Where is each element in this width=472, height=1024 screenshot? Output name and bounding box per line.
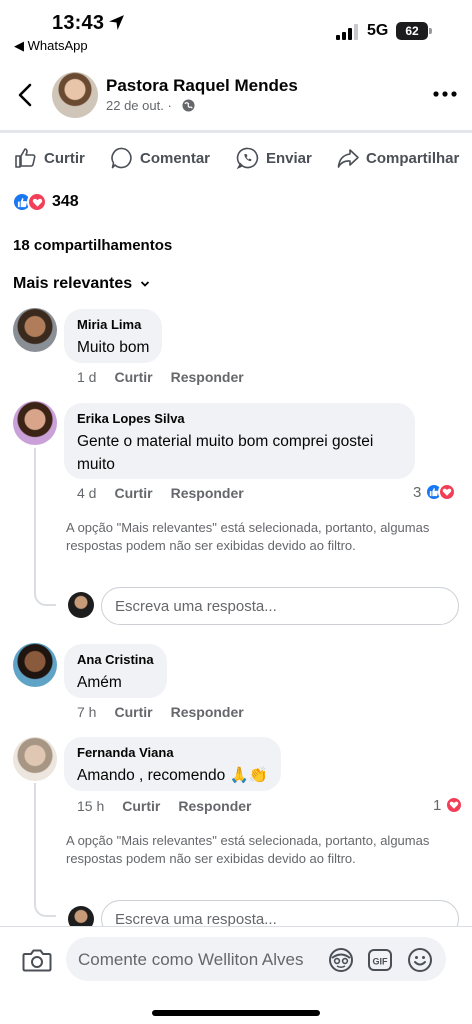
author-avatar[interactable] — [52, 72, 98, 118]
comment-reply-button[interactable]: Responder — [171, 369, 244, 385]
commenter-name[interactable]: Fernanda Viana — [77, 745, 268, 760]
battery-indicator: 62 — [396, 22, 432, 40]
comment-time: 7 h — [77, 704, 97, 720]
globe-icon — [182, 99, 195, 112]
comment-time: 1 d — [77, 369, 97, 385]
network-type: 5G — [367, 22, 389, 39]
comment-like-button[interactable]: Curtir — [114, 704, 152, 720]
comment-text: Muito bom — [77, 339, 150, 356]
send-button[interactable]: Enviar — [236, 144, 312, 172]
commenter-name[interactable]: Miria Lima — [77, 317, 149, 332]
commenter-name[interactable]: Ana Cristina — [77, 652, 154, 667]
comment-icon — [111, 147, 132, 169]
post-header: Pastora Raquel Mendes 22 de out. · — [0, 60, 472, 130]
comment-meta: 4 d Curtir Responder — [77, 485, 244, 501]
more-icon[interactable] — [432, 84, 458, 104]
filter-notice: A opção "Mais relevantes" está seleciona… — [66, 520, 430, 553]
comment-button[interactable]: Comentar — [110, 144, 210, 172]
love-reaction-icon — [438, 483, 457, 501]
comment-sort-dropdown[interactable]: Mais relevantes — [13, 275, 150, 293]
comment-like-button[interactable]: Curtir — [114, 485, 152, 501]
comment-meta: 15 h Curtir Responder — [77, 798, 252, 814]
comment-reaction-summary[interactable]: 3 — [413, 483, 457, 501]
love-reaction-icon — [27, 192, 47, 212]
post-actions: Curtir Comentar Enviar Compartilhar — [0, 140, 472, 176]
commenter-name[interactable]: Erika Lopes Silva — [77, 411, 402, 426]
header-divider — [0, 130, 472, 133]
share-icon — [337, 149, 359, 168]
send-label: Enviar — [266, 149, 312, 167]
battery-level: 62 — [396, 22, 428, 40]
gif-icon[interactable]: GIF — [367, 947, 393, 973]
thread-line — [34, 783, 56, 917]
status-time: 13:43 — [52, 12, 105, 34]
location-arrow-icon — [109, 15, 124, 30]
emoji-icon[interactable] — [407, 947, 433, 973]
share-button[interactable]: Compartilhar — [336, 144, 459, 172]
comment-time: 15 h — [77, 798, 105, 814]
comment-bubble: Fernanda Viana Amando , recomendo 🙏👏 — [64, 737, 282, 791]
svg-text:GIF: GIF — [373, 957, 389, 967]
filter-notice: A opção "Mais relevantes" está seleciona… — [66, 833, 430, 866]
comment-bubble: Miria Lima Muito bom — [64, 309, 163, 363]
whatsapp-icon — [236, 147, 259, 170]
avatar-sticker-icon[interactable] — [328, 947, 354, 973]
status-bar: 13:43 ◀ WhatsApp 5G 62 — [0, 0, 472, 56]
chevron-down-icon — [141, 281, 150, 287]
comment-time: 4 d — [77, 485, 97, 501]
comment-like-button[interactable]: Curtir — [114, 369, 152, 385]
comment-reaction-count: 3 — [413, 483, 422, 501]
back-icon[interactable] — [14, 82, 38, 108]
comment-text: Amando , recomendo 🙏👏 — [77, 767, 269, 784]
comment-reaction-count: 1 — [433, 796, 442, 814]
home-indicator — [152, 1010, 320, 1016]
commenter-avatar[interactable] — [13, 737, 57, 781]
comment-text: Amém — [77, 674, 122, 691]
comment-reaction-summary[interactable]: 1 — [433, 796, 464, 814]
camera-icon[interactable] — [20, 943, 54, 977]
commenter-avatar[interactable] — [13, 308, 57, 352]
comment-reply-button[interactable]: Responder — [171, 485, 244, 501]
like-icon — [15, 148, 36, 168]
share-label: Compartilhar — [366, 149, 460, 167]
comment-bubble: Ana Cristina Amém — [64, 644, 167, 698]
comment-label: Comentar — [140, 149, 211, 167]
comment-input[interactable]: Comente como Welliton Alves GIF — [66, 937, 446, 981]
commenter-avatar[interactable] — [13, 401, 57, 445]
reaction-count: 348 — [52, 193, 79, 210]
comment-reply-button[interactable]: Responder — [171, 704, 244, 720]
comment-meta: 1 d Curtir Responder — [77, 369, 244, 385]
comment-composer: Comente como Welliton Alves GIF — [0, 926, 472, 1024]
signal-icon — [336, 24, 358, 40]
sort-label: Mais relevantes — [13, 275, 133, 292]
love-reaction-icon — [445, 796, 464, 814]
battery-cap — [429, 28, 432, 34]
shares-count[interactable]: 18 compartilhamentos — [13, 237, 172, 254]
comment-input-placeholder: Comente como Welliton Alves — [78, 950, 304, 969]
comment-text: Gente o material muito bom comprei goste… — [77, 433, 374, 473]
back-to-app-link[interactable]: ◀ WhatsApp — [14, 38, 88, 54]
comment-meta: 7 h Curtir Responder — [77, 704, 244, 720]
reply-input[interactable]: Escreva uma resposta... — [101, 587, 459, 625]
my-avatar — [68, 592, 94, 618]
like-button[interactable]: Curtir — [14, 144, 85, 172]
reaction-summary[interactable]: 348 — [12, 190, 79, 214]
author-name[interactable]: Pastora Raquel Mendes — [106, 76, 298, 96]
post-date[interactable]: 22 de out. · — [106, 98, 172, 113]
like-label: Curtir — [44, 149, 85, 167]
comment-bubble: Erika Lopes Silva Gente o material muito… — [64, 403, 415, 479]
commenter-avatar[interactable] — [13, 643, 57, 687]
comment-reply-button[interactable]: Responder — [178, 798, 251, 814]
thread-line — [34, 448, 56, 606]
comment-like-button[interactable]: Curtir — [122, 798, 160, 814]
